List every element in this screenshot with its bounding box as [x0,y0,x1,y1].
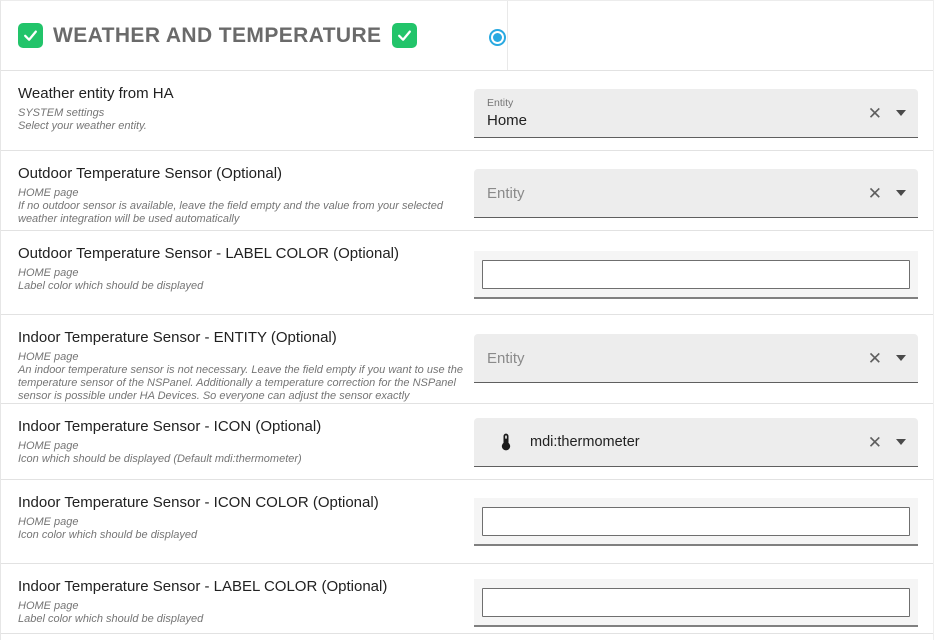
setting-description: Label color which should be displayed [18,280,463,293]
setting-description: Icon which should be displayed (Default … [18,453,463,466]
setting-description: Select your weather entity. [18,120,463,133]
section-header: WEATHER AND TEMPERATURE [1,1,933,71]
clear-icon[interactable]: ✕ [864,434,886,451]
select-placeholder: Entity [487,350,525,367]
setting-row-weather-entity: Weather entity from HA SYSTEM settings S… [1,71,933,151]
setting-text: Outdoor Temperature Sensor - LABEL COLOR… [1,231,463,314]
weather-entity-select[interactable]: Entity Home ✕ [474,89,918,138]
setting-title: Outdoor Temperature Sensor - LABEL COLOR… [18,245,463,262]
indoor-icon-color-input[interactable] [482,507,910,536]
check-icon [396,27,413,44]
setting-row-outdoor-label-color: Outdoor Temperature Sensor - LABEL COLOR… [1,231,933,315]
setting-text: Indoor Temperature Sensor - LABEL COLOR … [1,564,463,633]
indoor-label-color-input[interactable] [482,588,910,617]
section-enabled-checkbox-right[interactable] [392,23,417,48]
clear-icon[interactable]: ✕ [864,105,886,122]
setting-text: Weather entity from HA SYSTEM settings S… [1,71,463,150]
setting-title: Indoor Temperature Sensor - ENTITY (Opti… [18,329,463,346]
outdoor-label-color-input[interactable] [482,260,910,289]
setting-text: Outdoor Temperature Sensor (Optional) HO… [1,151,463,230]
check-icon [22,27,39,44]
setting-row-indoor-label-color: Indoor Temperature Sensor - LABEL COLOR … [1,564,933,634]
setting-title: Weather entity from HA [18,85,463,102]
setting-description: If no outdoor sensor is available, leave… [18,200,463,226]
indoor-icon-select[interactable]: mdi:thermometer ✕ [474,418,918,467]
setting-row-outdoor-sensor: Outdoor Temperature Sensor (Optional) HO… [1,151,933,231]
select-selected-value: mdi:thermometer [530,434,640,450]
setting-row-indoor-icon: Indoor Temperature Sensor - ICON (Option… [1,404,933,480]
settings-page: WEATHER AND TEMPERATURE Weather entity f… [0,0,934,640]
indoor-label-color-field-panel [474,579,918,627]
clear-icon[interactable]: ✕ [864,185,886,202]
setting-text: Indoor Temperature Sensor - ICON COLOR (… [1,480,463,563]
setting-description: Label color which should be displayed [18,613,463,626]
select-content: Entity Home [487,97,527,129]
setting-scope: HOME page [18,440,463,453]
setting-control [474,498,918,563]
setting-control: mdi:thermometer ✕ [474,418,918,479]
select-actions: ✕ [864,185,906,202]
select-content: Entity [487,350,525,367]
setting-scope: HOME page [18,600,463,613]
select-selected-value: Home [487,112,527,129]
select-content: Entity [487,185,525,202]
setting-control: Entity ✕ [474,334,918,403]
setting-title: Indoor Temperature Sensor - ICON (Option… [18,418,463,435]
clear-icon[interactable]: ✕ [864,350,886,367]
select-actions: ✕ [864,105,906,122]
section-title: WEATHER AND TEMPERATURE [53,24,381,48]
thermometer-icon [496,432,516,452]
indoor-sensor-entity-select[interactable]: Entity ✕ [474,334,918,383]
chevron-down-icon[interactable] [896,110,906,116]
chevron-down-icon[interactable] [896,355,906,361]
setting-title: Indoor Temperature Sensor - LABEL COLOR … [18,578,463,595]
outdoor-sensor-entity-select[interactable]: Entity ✕ [474,169,918,218]
setting-text: Indoor Temperature Sensor - ENTITY (Opti… [1,315,463,403]
select-actions: ✕ [864,350,906,367]
header-divider [507,1,508,70]
setting-scope: HOME page [18,516,463,529]
setting-title: Indoor Temperature Sensor - ICON COLOR (… [18,494,463,511]
setting-scope: HOME page [18,351,463,364]
chevron-down-icon[interactable] [896,190,906,196]
setting-control [474,579,918,633]
section-radio-button[interactable] [489,29,506,46]
setting-scope: HOME page [18,187,463,200]
setting-row-indoor-icon-color: Indoor Temperature Sensor - ICON COLOR (… [1,480,933,564]
radio-dot [493,33,502,42]
select-content: mdi:thermometer [487,432,640,452]
select-actions: ✕ [864,434,906,451]
chevron-down-icon[interactable] [896,439,906,445]
section-enabled-checkbox-left[interactable] [18,23,43,48]
outdoor-label-color-field-panel [474,251,918,299]
indoor-icon-color-field-panel [474,498,918,546]
select-field-label: Entity [487,97,527,109]
setting-control [474,251,918,314]
setting-title: Outdoor Temperature Sensor (Optional) [18,165,463,182]
select-placeholder: Entity [487,185,525,202]
setting-description: Icon color which should be displayed [18,529,463,542]
setting-control: Entity ✕ [474,169,918,230]
setting-text: Indoor Temperature Sensor - ICON (Option… [1,404,463,479]
setting-scope: HOME page [18,267,463,280]
setting-row-indoor-sensor-entity: Indoor Temperature Sensor - ENTITY (Opti… [1,315,933,404]
setting-control: Entity Home ✕ [474,89,918,150]
setting-description: An indoor temperature sensor is not nece… [18,364,463,403]
setting-scope: SYSTEM settings [18,107,463,120]
